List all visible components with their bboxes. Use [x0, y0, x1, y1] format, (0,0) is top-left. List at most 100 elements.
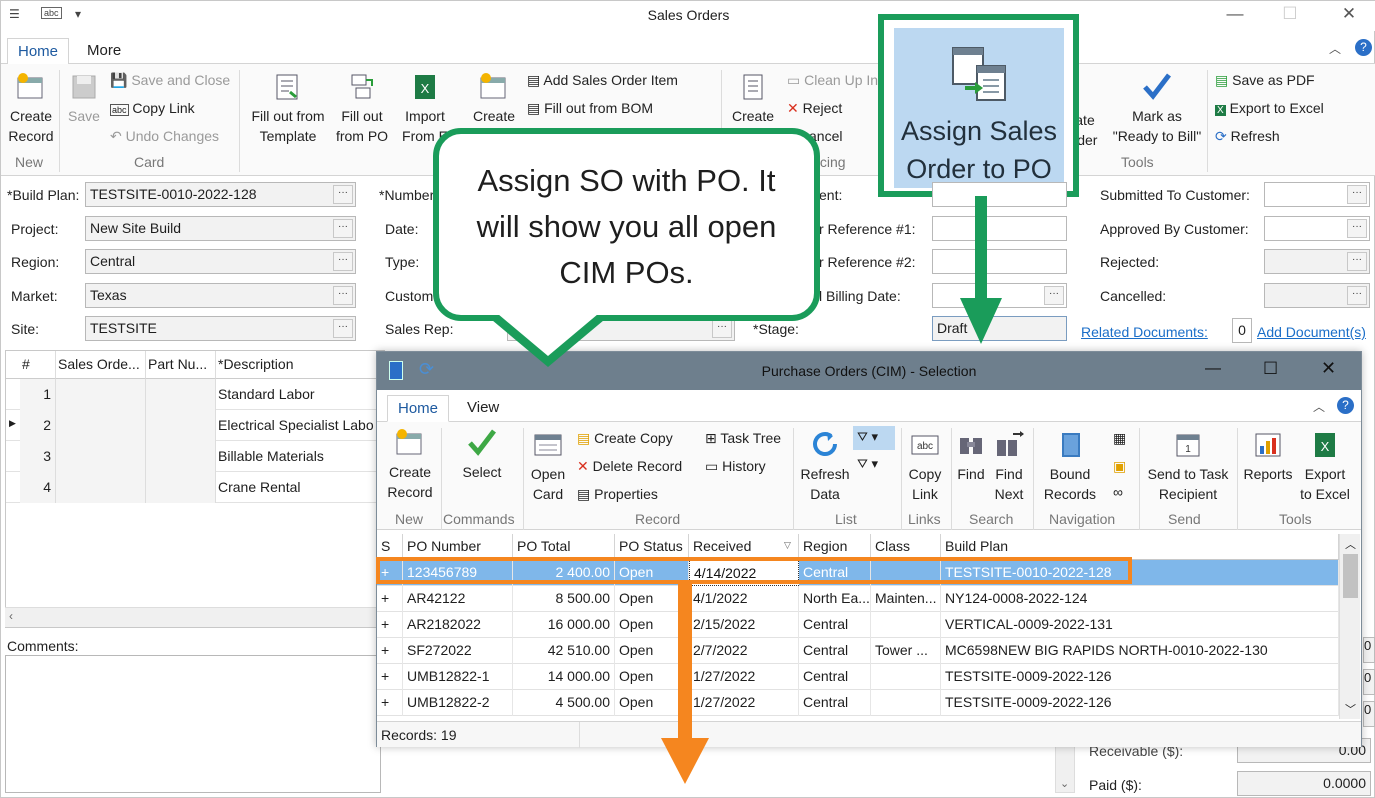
- dialog-help-icon[interactable]: ?: [1337, 397, 1354, 414]
- create-copy-button[interactable]: ▤ Create Copy: [577, 430, 673, 447]
- properties-button[interactable]: ▤ Properties: [577, 486, 658, 503]
- po-cell-s[interactable]: +: [377, 586, 403, 612]
- po-cell-po-number[interactable]: AR2182022: [403, 612, 513, 638]
- site-field[interactable]: TESTSITE ···: [85, 316, 356, 341]
- item-row[interactable]: 4 Crane Rental: [6, 472, 384, 503]
- po-grid-vertical-scrollbar[interactable]: ︿ ﹀: [1339, 534, 1360, 719]
- refresh-button[interactable]: ⟳ Refresh: [1215, 128, 1280, 145]
- po-row[interactable]: + UMB12822-2 4 500.00 Open 1/27/2022 Central T…: [377, 690, 1339, 716]
- po-cell-s[interactable]: +: [377, 664, 403, 690]
- po-cell-received[interactable]: 2/15/2022: [689, 612, 799, 638]
- mark-ready-to-bill-button[interactable]: Mark as "Ready to Bill": [1107, 72, 1207, 146]
- po-cell-class[interactable]: [871, 690, 941, 716]
- nav-folder-icon[interactable]: ▣: [1113, 458, 1126, 475]
- po-cell-build-plan[interactable]: VERTICAL-0009-2022-131: [941, 612, 1339, 638]
- po-cell-po-total[interactable]: 4 500.00: [513, 690, 615, 716]
- export-to-excel-button[interactable]: X Export to Excel: [1215, 100, 1324, 116]
- dialog-maximize-icon[interactable]: ☐: [1263, 359, 1278, 379]
- item-sales-order-cell[interactable]: [56, 472, 146, 503]
- item-description-cell[interactable]: Electrical Specialist Labo: [216, 410, 384, 441]
- col-header-description[interactable]: *Description: [216, 351, 384, 379]
- item-sales-order-cell[interactable]: [56, 441, 146, 472]
- dialog-tab-home[interactable]: Home: [387, 395, 450, 422]
- fill-from-po-button[interactable]: Fill out from PO: [333, 72, 391, 146]
- history-button[interactable]: ▭ History: [705, 458, 766, 475]
- dialog-export-excel-button[interactable]: X Export to Excel: [1295, 430, 1355, 504]
- create-invoice-button[interactable]: Create: [727, 72, 779, 126]
- reports-button[interactable]: Reports: [1239, 430, 1297, 484]
- po-cell-build-plan[interactable]: TESTSITE-0009-2022-126: [941, 664, 1339, 690]
- po-cell-po-number[interactable]: UMB12822-1: [403, 664, 513, 690]
- col-header-part-number[interactable]: Part Nu...: [146, 351, 216, 379]
- reference-2-field[interactable]: [932, 249, 1067, 274]
- billing-date-picker-button[interactable]: ···: [1044, 286, 1064, 305]
- site-lookup-button[interactable]: ···: [333, 319, 353, 338]
- item-part-number-cell[interactable]: [146, 410, 216, 441]
- po-cell-s[interactable]: +: [377, 690, 403, 716]
- item-description-cell[interactable]: Crane Rental: [216, 472, 384, 503]
- undo-changes-button[interactable]: ↶ Undo Changes: [110, 128, 219, 145]
- po-cell-region[interactable]: Central: [799, 664, 871, 690]
- find-next-button[interactable]: Find Next: [989, 430, 1029, 504]
- save-button[interactable]: Save: [65, 72, 103, 126]
- po-cell-po-total[interactable]: 16 000.00: [513, 612, 615, 638]
- find-button[interactable]: Find: [953, 430, 989, 484]
- market-lookup-button[interactable]: ···: [333, 286, 353, 305]
- cancelled-picker-button[interactable]: ···: [1347, 286, 1367, 305]
- market-field[interactable]: Texas ···: [85, 283, 356, 308]
- po-cell-class[interactable]: [871, 612, 941, 638]
- po-row[interactable]: + AR42122 8 500.00 Open 4/1/2022 North Ea... M…: [377, 586, 1339, 612]
- collapse-ribbon-icon[interactable]: ︿: [1329, 40, 1341, 57]
- po-cell-received[interactable]: 2/7/2022: [689, 638, 799, 664]
- dialog-copy-link-button[interactable]: abc Copy Link: [903, 430, 947, 504]
- po-cell-region[interactable]: Central: [799, 612, 871, 638]
- po-cell-po-number[interactable]: AR42122: [403, 586, 513, 612]
- item-description-cell[interactable]: Standard Labor: [216, 379, 384, 410]
- po-cell-region[interactable]: Central: [799, 638, 871, 664]
- item-row[interactable]: 1 Standard Labor: [6, 379, 384, 410]
- item-row[interactable]: ▶ 2 Electrical Specialist Labo: [6, 410, 384, 441]
- po-cell-build-plan[interactable]: MC6598NEW BIG RAPIDS NORTH-0010-2022-130: [941, 638, 1339, 664]
- sort-indicator-icon[interactable]: ▽: [784, 540, 791, 551]
- add-documents-link[interactable]: Add Document(s): [1257, 324, 1366, 340]
- dialog-collapse-ribbon-icon[interactable]: ︿: [1313, 398, 1325, 415]
- item-row[interactable]: 3 Billable Materials: [6, 441, 384, 472]
- po-cell-class[interactable]: Mainten...: [871, 586, 941, 612]
- po-row[interactable]: + SF272022 42 510.00 Open 2/7/2022 Central Tow…: [377, 638, 1339, 664]
- po-cell-build-plan[interactable]: TESTSITE-0009-2022-126: [941, 690, 1339, 716]
- po-cell-po-total[interactable]: 8 500.00: [513, 586, 615, 612]
- items-horizontal-scrollbar[interactable]: ‹: [5, 607, 385, 627]
- client-field[interactable]: [932, 182, 1067, 207]
- rejected-field[interactable]: ···: [1264, 249, 1370, 274]
- create-record-button[interactable]: Create Record: [5, 72, 57, 146]
- minimize-icon[interactable]: —: [1220, 4, 1250, 24]
- refresh-data-button[interactable]: Refresh Data: [797, 430, 853, 504]
- rejected-picker-button[interactable]: ···: [1347, 252, 1367, 271]
- po-cell-region[interactable]: Central: [799, 690, 871, 716]
- save-and-close-button[interactable]: 💾 Save and Close: [110, 72, 230, 89]
- comments-field[interactable]: [5, 655, 381, 793]
- delete-record-button[interactable]: ✕ Delete Record: [577, 458, 682, 475]
- fill-from-template-button[interactable]: Fill out from Template: [245, 72, 331, 146]
- cancelled-field[interactable]: ···: [1264, 283, 1370, 308]
- item-part-number-cell[interactable]: [146, 441, 216, 472]
- maximize-icon[interactable]: ☐: [1275, 4, 1305, 24]
- item-sales-order-cell[interactable]: [56, 379, 146, 410]
- dialog-create-record-button[interactable]: Create Record: [383, 428, 437, 502]
- po-cell-po-total[interactable]: 42 510.00: [513, 638, 615, 664]
- item-description-cell[interactable]: Billable Materials: [216, 441, 384, 472]
- nav-link-icon[interactable]: ∞: [1113, 484, 1123, 500]
- po-cell-received[interactable]: 4/1/2022: [689, 586, 799, 612]
- col-header-sales-order[interactable]: Sales Orde...: [56, 351, 146, 379]
- send-to-task-recipient-button[interactable]: 1 Send to Task Recipient: [1143, 430, 1233, 504]
- filter-settings-button[interactable]: ⛛ ▾: [857, 456, 878, 472]
- dialog-tab-view[interactable]: View: [457, 395, 509, 422]
- fill-from-bom-button[interactable]: ▤ Fill out from BOM: [527, 100, 653, 117]
- bound-records-button[interactable]: Bound Records: [1037, 430, 1103, 504]
- task-tree-button[interactable]: ⊞ Task Tree: [705, 430, 781, 447]
- build-plan-field[interactable]: TESTSITE-0010-2022-128 ···: [85, 182, 356, 207]
- related-documents-link[interactable]: Related Documents:: [1081, 324, 1208, 340]
- clean-up-button[interactable]: ▭ Clean Up In: [787, 72, 878, 89]
- item-sales-order-cell[interactable]: [56, 410, 146, 441]
- assign-sales-order-to-po-button[interactable]: Assign Sales Order to PO: [894, 28, 1064, 188]
